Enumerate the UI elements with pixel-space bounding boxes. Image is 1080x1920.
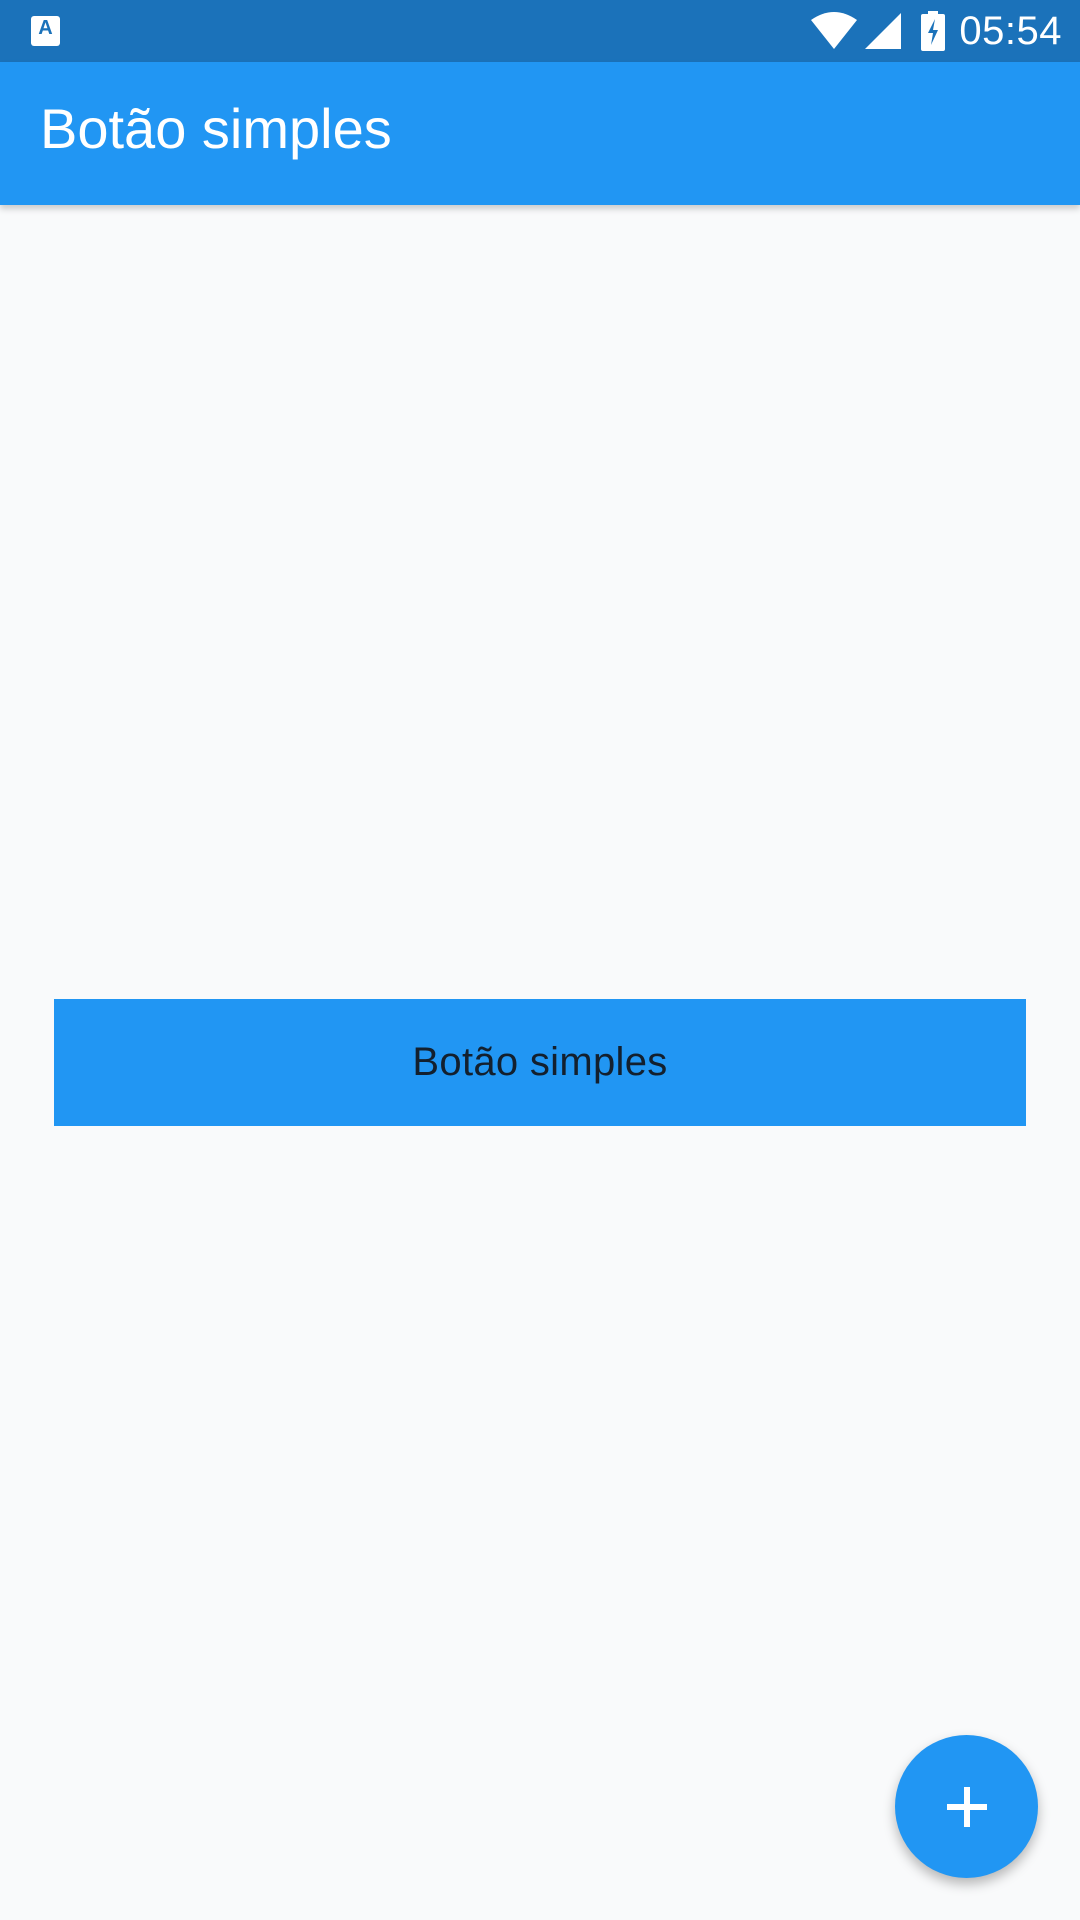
add-icon: [946, 1786, 987, 1827]
battery-charging-icon: [921, 11, 946, 51]
clock: 05:54: [959, 8, 1062, 53]
wifi-icon: [811, 12, 858, 49]
signal-icon: [865, 13, 902, 49]
status-icons: 05:54: [811, 0, 1062, 62]
app-bar: Botão simples: [0, 62, 1080, 205]
app-notification-icon: A: [31, 16, 60, 46]
add-fab-button[interactable]: [895, 1735, 1038, 1878]
simple-button[interactable]: Botão simples: [54, 999, 1026, 1126]
app-notification-icon-letter: A: [38, 17, 53, 39]
status-bar: A 05:54: [0, 0, 1080, 62]
screen: A 05:54 Botão simples Botão simples: [0, 0, 1080, 1920]
page-title: Botão simples: [40, 97, 392, 160]
content-area: Botão simples: [0, 205, 1080, 1920]
simple-button-label: Botão simples: [412, 1040, 668, 1084]
